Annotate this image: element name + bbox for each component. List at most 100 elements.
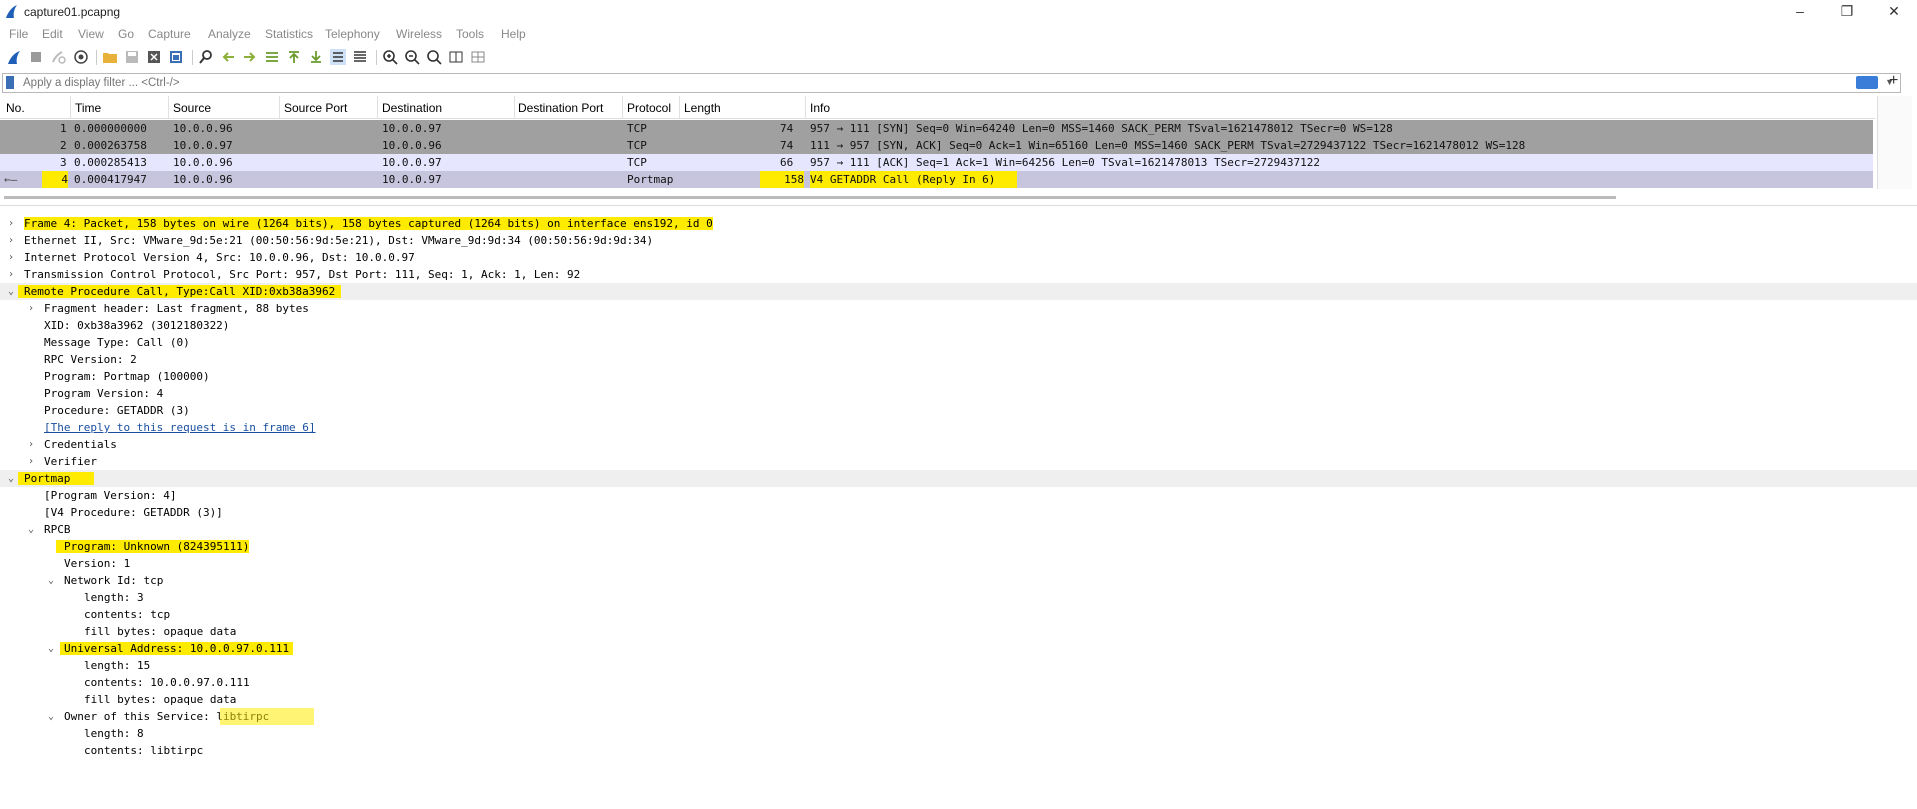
column-header-length[interactable]: Length: [684, 101, 721, 115]
tree-item[interactable]: RPC Version: 2: [0, 351, 1917, 368]
collapse-arrow-icon[interactable]: ⌄: [46, 640, 56, 657]
tree-item[interactable]: fill bytes: opaque data: [0, 691, 1917, 708]
apply-filter-arrow-icon[interactable]: [1856, 76, 1878, 89]
colorize-list-icon[interactable]: [352, 49, 368, 65]
tree-item-fragment-header[interactable]: › Fragment header: Last fragment, 88 byt…: [0, 300, 1917, 317]
zoom-in-icon[interactable]: [382, 49, 398, 65]
restart-capture-icon[interactable]: [50, 49, 66, 65]
collapse-arrow-icon[interactable]: ⌄: [26, 521, 36, 538]
menu-view[interactable]: View: [78, 27, 104, 41]
resize-columns-icon[interactable]: [448, 49, 464, 65]
start-capture-icon[interactable]: [6, 49, 22, 65]
tree-item[interactable]: fill bytes: opaque data: [0, 623, 1917, 640]
packet-row[interactable]: 3 0.000285413 10.0.0.96 10.0.0.97 TCP 66…: [0, 154, 1873, 171]
menu-wireless[interactable]: Wireless: [396, 27, 442, 41]
collapse-arrow-icon[interactable]: ⌄: [46, 708, 56, 725]
tree-item[interactable]: contents: 10.0.0.97.0.111: [0, 674, 1917, 691]
tree-item[interactable]: XID: 0xb38a3962 (3012180322): [0, 317, 1917, 334]
tree-item-universal-address[interactable]: ⌄ Universal Address: 10.0.0.97.0.111: [0, 640, 1917, 657]
reply-frame-link[interactable]: [The reply to this request is in frame 6…: [44, 419, 316, 436]
tree-item-owner[interactable]: ⌄ Owner of this Service: libtirpc: [0, 708, 1917, 725]
go-to-packet-icon[interactable]: [264, 49, 280, 65]
close-file-icon[interactable]: [146, 49, 162, 65]
column-divider[interactable]: [679, 96, 680, 118]
column-divider[interactable]: [168, 96, 169, 118]
capture-options-icon[interactable]: [73, 49, 89, 65]
column-header-destination[interactable]: Destination: [382, 101, 442, 115]
go-last-icon[interactable]: [308, 49, 324, 65]
tree-item[interactable]: contents: libtirpc: [0, 742, 1917, 759]
tree-item-network-id[interactable]: ⌄ Network Id: tcp: [0, 572, 1917, 589]
expand-arrow-icon[interactable]: ›: [6, 266, 16, 283]
auto-scroll-icon[interactable]: [330, 49, 346, 65]
expand-arrow-icon[interactable]: ›: [26, 436, 36, 453]
menu-analyze[interactable]: Analyze: [208, 27, 251, 41]
column-divider[interactable]: [279, 96, 280, 118]
column-divider[interactable]: [805, 96, 806, 118]
column-divider[interactable]: [622, 96, 623, 118]
tree-item-ethernet[interactable]: › Ethernet II, Src: VMware_9d:5e:21 (00:…: [0, 232, 1917, 249]
expand-arrow-icon[interactable]: ›: [6, 232, 16, 249]
go-back-icon[interactable]: [220, 49, 236, 65]
column-header-protocol[interactable]: Protocol: [627, 101, 671, 115]
add-filter-button-icon[interactable]: +: [1889, 72, 1898, 90]
bookmark-icon[interactable]: [6, 76, 14, 89]
pane-divider[interactable]: [0, 205, 1917, 206]
layout-panes-icon[interactable]: [470, 49, 486, 65]
column-header-info[interactable]: Info: [810, 101, 830, 115]
tree-item[interactable]: [Program Version: 4]: [0, 487, 1917, 504]
menu-help[interactable]: Help: [501, 27, 526, 41]
display-filter-input[interactable]: [23, 74, 1843, 92]
tree-item[interactable]: length: 3: [0, 589, 1917, 606]
tree-item[interactable]: Message Type: Call (0): [0, 334, 1917, 351]
expand-arrow-icon[interactable]: ›: [26, 300, 36, 317]
stop-capture-icon[interactable]: [28, 49, 44, 65]
column-divider[interactable]: [377, 96, 378, 118]
zoom-normal-icon[interactable]: [426, 49, 442, 65]
packet-list-minimap-scrollbar[interactable]: [1877, 96, 1912, 189]
column-header-no[interactable]: No.: [6, 101, 25, 115]
menu-file[interactable]: File: [9, 27, 28, 41]
tree-item-reply-link[interactable]: [The reply to this request is in frame 6…: [0, 419, 1917, 436]
tree-item-verifier[interactable]: › Verifier: [0, 453, 1917, 470]
close-icon[interactable]: ✕: [1871, 0, 1917, 24]
tree-item[interactable]: contents: tcp: [0, 606, 1917, 623]
expand-arrow-icon[interactable]: ›: [26, 453, 36, 470]
tree-item-program[interactable]: Program: Unknown (824395111): [0, 538, 1917, 555]
collapse-arrow-icon[interactable]: ⌄: [6, 470, 16, 487]
menu-telephony[interactable]: Telephony: [325, 27, 380, 41]
column-header-destination-port[interactable]: Destination Port: [518, 101, 603, 115]
tree-item[interactable]: Program Version: 4: [0, 385, 1917, 402]
tree-item-credentials[interactable]: › Credentials: [0, 436, 1917, 453]
go-forward-icon[interactable]: [242, 49, 258, 65]
tree-item-ipv4[interactable]: › Internet Protocol Version 4, Src: 10.0…: [0, 249, 1917, 266]
expand-arrow-icon[interactable]: ›: [6, 249, 16, 266]
column-header-source-port[interactable]: Source Port: [284, 101, 347, 115]
column-divider[interactable]: [70, 96, 71, 118]
menu-capture[interactable]: Capture: [148, 27, 191, 41]
packet-row[interactable]: 2 0.000263758 10.0.0.97 10.0.0.96 TCP 74…: [0, 137, 1873, 154]
tree-item[interactable]: [V4 Procedure: GETADDR (3)]: [0, 504, 1917, 521]
packet-row-selected[interactable]: ←– 4 0.000417947 10.0.0.96 10.0.0.97 Por…: [0, 171, 1873, 188]
tree-item-portmap[interactable]: ⌄ Portmap: [0, 470, 1917, 487]
column-header-time[interactable]: Time: [75, 101, 101, 115]
tree-item[interactable]: Procedure: GETADDR (3): [0, 402, 1917, 419]
column-divider[interactable]: [514, 96, 515, 118]
tree-item-rpc[interactable]: ⌄ Remote Procedure Call, Type:Call XID:0…: [0, 283, 1917, 300]
save-file-icon[interactable]: [124, 49, 140, 65]
menu-go[interactable]: Go: [118, 27, 134, 41]
tree-item-frame[interactable]: › Frame 4: Packet, 158 bytes on wire (12…: [0, 215, 1917, 232]
reload-file-icon[interactable]: [168, 49, 184, 65]
collapse-arrow-icon[interactable]: ⌄: [46, 572, 56, 589]
collapse-arrow-icon[interactable]: ⌄: [6, 283, 16, 300]
zoom-out-icon[interactable]: [404, 49, 420, 65]
tree-item-tcp[interactable]: › Transmission Control Protocol, Src Por…: [0, 266, 1917, 283]
tree-item[interactable]: length: 15: [0, 657, 1917, 674]
find-packet-icon[interactable]: [198, 49, 214, 65]
open-file-icon[interactable]: [102, 49, 118, 65]
tree-item[interactable]: Program: Portmap (100000): [0, 368, 1917, 385]
expand-arrow-icon[interactable]: ›: [6, 215, 16, 232]
restore-icon[interactable]: ❐: [1824, 0, 1870, 24]
tree-item-rpcb[interactable]: ⌄ RPCB: [0, 521, 1917, 538]
minimize-icon[interactable]: –: [1777, 0, 1823, 24]
